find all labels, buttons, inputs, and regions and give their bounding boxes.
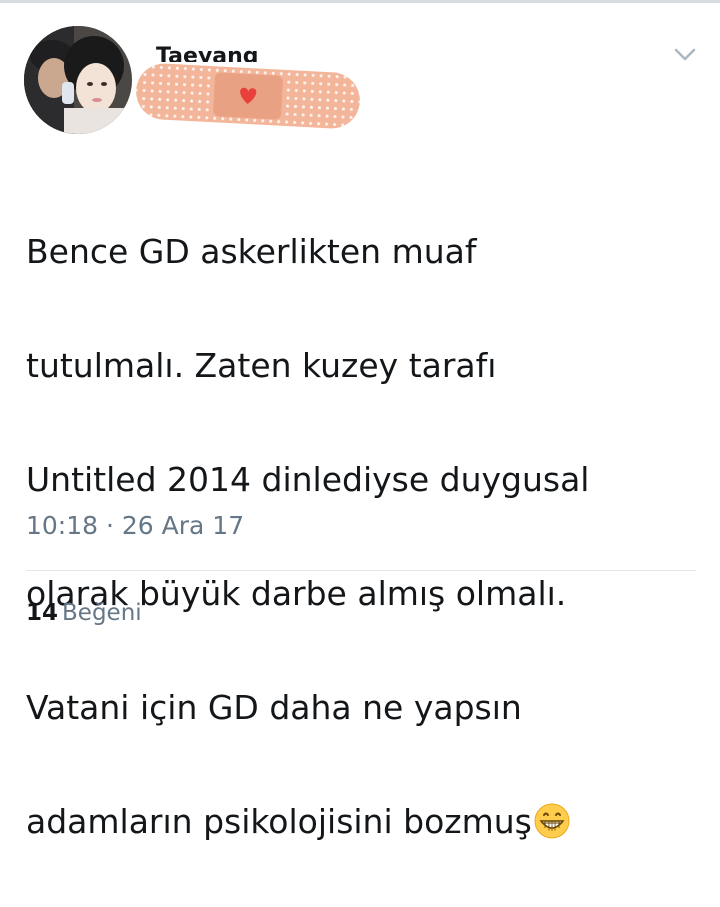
avatar[interactable]: [24, 26, 132, 134]
avatar-photo: [24, 26, 132, 134]
chevron-down-icon[interactable]: [672, 44, 698, 66]
bandage-sticker: [136, 63, 360, 129]
like-count: 14: [26, 600, 59, 626]
likes-stat[interactable]: 14 Beğeni: [26, 598, 142, 628]
tweet-line: Vatani için GD daha ne yapsın: [26, 688, 522, 727]
tweet-timestamp[interactable]: 10:18 · 26 Ara 17: [26, 510, 244, 542]
top-divider: [0, 0, 720, 3]
stats-divider: [26, 570, 696, 571]
tweet-line: Bence GD askerlikten muaf: [26, 232, 477, 271]
tweet-line: Untitled 2014 dinlediyse duygusal: [26, 460, 590, 499]
tweet-time: 10:18: [26, 511, 99, 540]
tweet-date: 26 Ara 17: [121, 511, 245, 540]
timestamp-separator: ·: [106, 511, 114, 540]
tweet-line-last: adamların psikolojisini bozmuş: [26, 793, 706, 850]
tweet-line: tutulmalı. Zaten kuzey tarafı: [26, 346, 497, 385]
like-label: Beğeni: [62, 600, 142, 626]
tweet-line-text: adamların psikolojisini bozmuş: [26, 802, 532, 841]
grinning-face-emoji: [534, 803, 570, 839]
